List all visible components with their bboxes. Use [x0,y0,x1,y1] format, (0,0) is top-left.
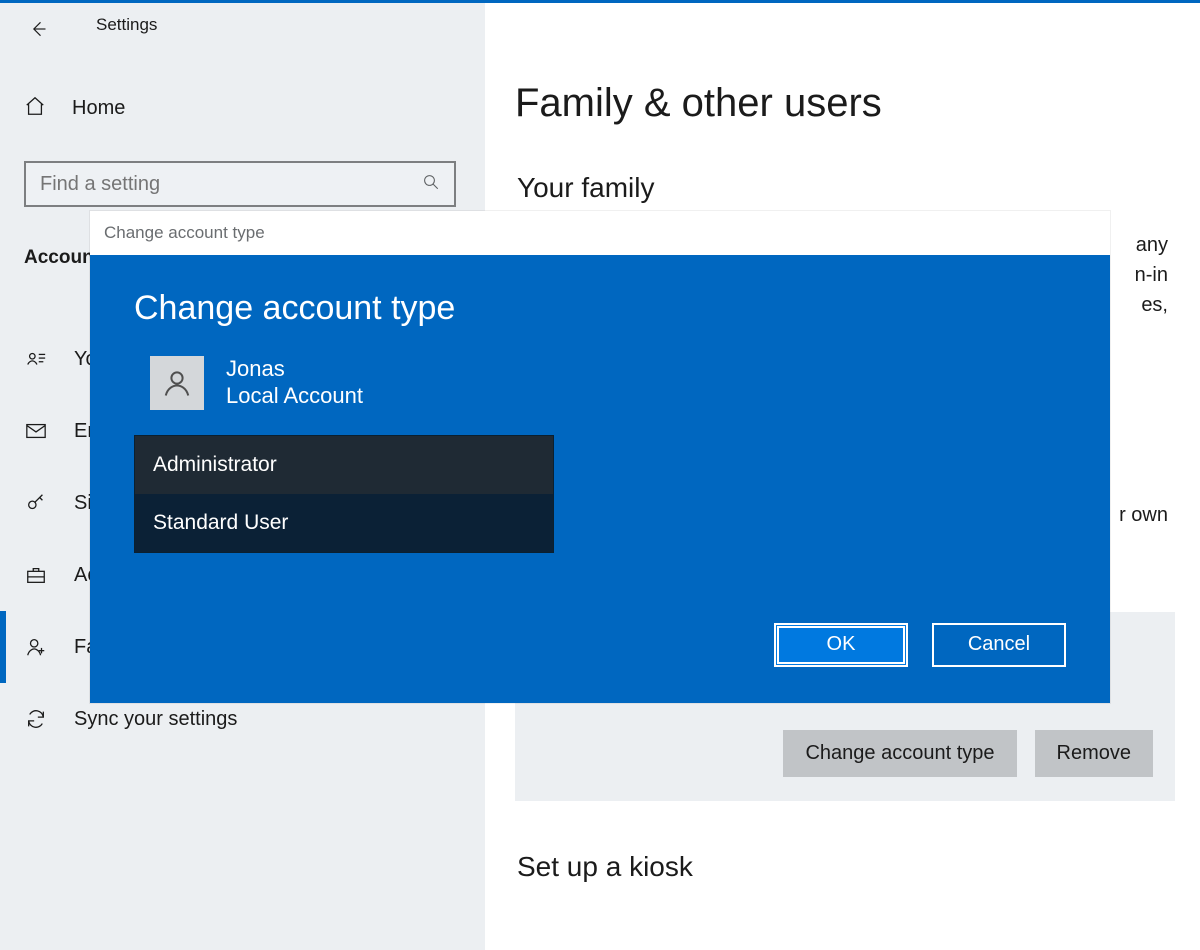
search-box[interactable] [24,161,456,207]
page-title: Family & other users [515,81,1200,126]
home-nav[interactable]: Home [24,95,125,122]
change-account-type-dialog: Change account type Change account type … [90,211,1110,703]
account-type-option-standard-user[interactable]: Standard User [135,494,553,552]
home-icon [24,95,46,122]
dialog-user-row: Jonas Local Account [150,356,1066,411]
dialog-heading: Change account type [134,289,1066,328]
mail-icon [24,419,48,443]
ok-button[interactable]: OK [774,623,908,667]
person-card-icon [24,347,48,371]
app-title: Settings [96,15,157,35]
dialog-titlebar: Change account type [90,211,1110,255]
cancel-button[interactable]: Cancel [932,623,1066,667]
account-type-option-administrator[interactable]: Administrator [135,436,553,494]
sync-icon [24,707,48,731]
account-type-dropdown-list[interactable]: Administrator Standard User [134,435,554,553]
sidebar-item-label: Sync your settings [74,708,237,731]
change-account-type-button[interactable]: Change account type [783,730,1016,777]
key-icon [24,491,48,515]
person-add-icon [24,635,48,659]
briefcase-icon [24,563,48,587]
dialog-user-name: Jonas [226,356,363,382]
user-avatar-icon [150,356,204,410]
search-icon [422,173,440,196]
section-kiosk: Set up a kiosk [517,851,1200,883]
dialog-user-type: Local Account [226,382,363,411]
home-label: Home [72,97,125,120]
back-button[interactable] [24,15,52,43]
search-input[interactable] [40,173,400,196]
remove-user-button[interactable]: Remove [1035,730,1153,777]
section-your-family: Your family [517,172,1200,204]
